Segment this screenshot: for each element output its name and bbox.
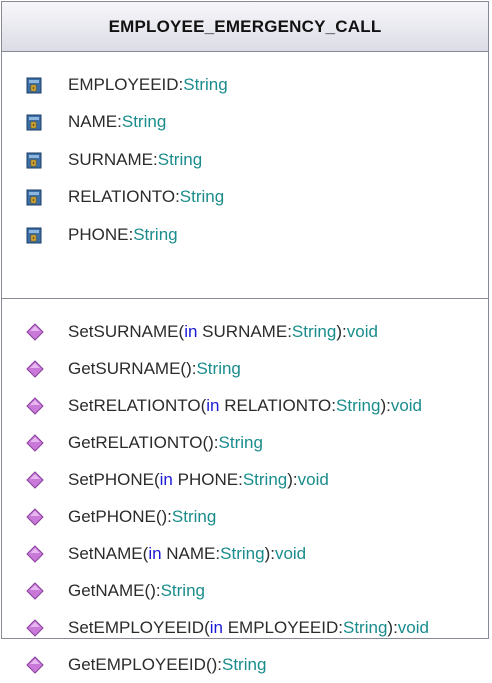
operation-name: SetSURNAME (68, 321, 179, 341)
uml-class-box[interactable]: EMPLOYEE_EMERGENCY_CALL EMPLOYEEID: Strin… (1, 1, 489, 674)
method-icon (24, 469, 46, 491)
attribute-name: NAME (68, 112, 118, 132)
method-icon (24, 321, 46, 343)
return-type: void (397, 617, 429, 637)
field-icon (24, 74, 46, 96)
operation-row[interactable]: GetNAME (): String (2, 572, 488, 609)
operation-row[interactable]: SetPHONE(in PHONE: String): void (2, 461, 488, 498)
param-direction: in (206, 395, 220, 415)
operation-name: SetPHONE (68, 469, 154, 489)
operation-row[interactable]: GetSURNAME (): String (2, 350, 488, 387)
operation-name: GetNAME (68, 580, 145, 600)
method-icon (24, 580, 46, 602)
method-icon (24, 654, 46, 676)
attribute-name: RELATIONTO (68, 187, 176, 207)
class-name: EMPLOYEE_EMERGENCY_CALL (108, 16, 382, 36)
operation-name: SetRELATIONTO (68, 395, 201, 415)
attribute-name: EMPLOYEEID (68, 74, 179, 94)
param-type: String (220, 543, 265, 563)
attribute-type: String (133, 224, 178, 244)
field-icon (24, 224, 46, 246)
operations-compartment: SetSURNAME(in SURNAME: String): void GetSU… (2, 299, 488, 683)
method-icon (24, 617, 46, 639)
operation-row[interactable]: SetEMPLOYEEID(in EMPLOYEEID: String): void (2, 609, 488, 646)
operation-name: SetEMPLOYEEID (68, 617, 205, 637)
return-type: String (196, 358, 241, 378)
operation-row[interactable]: SetSURNAME(in SURNAME: String): void (2, 313, 488, 350)
attributes-compartment: EMPLOYEEID: String NAME: String SURNAME … (2, 52, 488, 298)
return-type: String (221, 654, 267, 674)
return-type: void (297, 469, 329, 489)
param-direction: in (148, 543, 162, 563)
param-name: PHONE (177, 469, 239, 489)
param-direction: in (184, 321, 198, 341)
operation-row[interactable]: SetRELATIONTO(in RELATIONTO: String): void (2, 387, 488, 424)
field-icon (24, 149, 46, 171)
param-type: String (242, 469, 288, 489)
method-icon (24, 358, 46, 380)
param-direction: in (209, 617, 223, 637)
attribute-row[interactable]: SURNAME: String (2, 141, 488, 179)
param-name: RELATIONTO (224, 395, 332, 415)
operation-name: GetEMPLOYEEID (68, 654, 206, 674)
attribute-row[interactable]: NAME: String (2, 104, 488, 142)
return-type: void (346, 321, 378, 341)
field-icon (24, 186, 46, 208)
operation-row[interactable]: GetPHONE (): String (2, 498, 488, 535)
attribute-type: String (183, 74, 228, 94)
attribute-row[interactable]: PHONE: String (2, 216, 488, 254)
param-name: NAME (166, 543, 216, 563)
operation-row[interactable]: GetRELATIONTO (): String (2, 424, 488, 461)
return-type: String (218, 432, 263, 452)
operation-row[interactable]: GetEMPLOYEEID (): String (2, 646, 488, 683)
class-header: EMPLOYEE_EMERGENCY_CALL (2, 2, 488, 52)
operation-name: GetRELATIONTO (68, 432, 203, 452)
method-icon (24, 543, 46, 565)
return-type: String (160, 580, 205, 600)
operation-row[interactable]: SetNAME(in NAME: String): void (2, 535, 488, 572)
method-icon (24, 506, 46, 528)
param-type: String (342, 617, 388, 637)
operation-name: GetSURNAME (68, 358, 181, 378)
attribute-name: PHONE (68, 224, 129, 244)
field-icon (24, 111, 46, 133)
param-name: SURNAME (202, 321, 288, 341)
attribute-type: String (121, 112, 167, 132)
param-name: EMPLOYEEID (227, 617, 339, 637)
param-direction: in (159, 469, 173, 489)
method-icon (24, 432, 46, 454)
return-type: void (274, 543, 307, 563)
operation-name: GetPHONE (68, 506, 156, 526)
method-icon (24, 395, 46, 417)
param-type: String (291, 321, 337, 341)
return-type: void (390, 395, 423, 415)
return-type: String (171, 506, 217, 526)
attribute-type: String (157, 149, 203, 169)
operation-name: SetNAME (68, 543, 143, 563)
param-type: String (336, 395, 381, 415)
attribute-name: SURNAME (68, 149, 154, 169)
attribute-row[interactable]: EMPLOYEEID: String (2, 66, 488, 104)
attribute-row[interactable]: RELATIONTO: String (2, 179, 488, 217)
attribute-type: String (179, 187, 225, 207)
